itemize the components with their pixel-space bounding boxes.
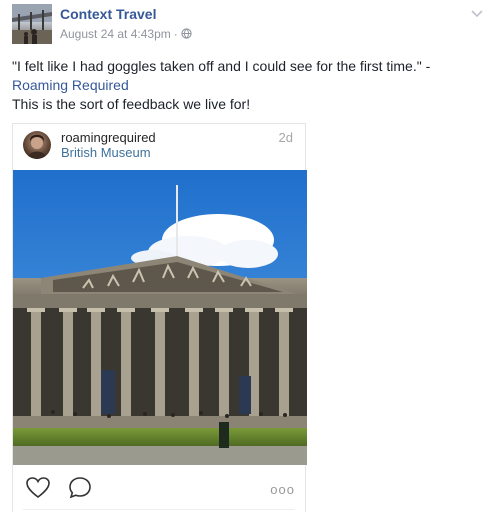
embed-photo[interactable] [13, 170, 307, 465]
instagram-embed[interactable]: roamingrequired British Museum 2d ooo [12, 123, 307, 512]
embed-post-age: 2d [278, 130, 293, 145]
embed-user-avatar[interactable] [23, 131, 51, 159]
heart-icon[interactable] [25, 476, 51, 505]
timestamp-separator: · [173, 27, 178, 41]
comment-icon[interactable] [67, 476, 93, 505]
page-name-link[interactable]: Context Travel [60, 6, 156, 22]
post-caption: "I felt like I had goggles taken off and… [12, 57, 482, 114]
page-avatar[interactable] [12, 4, 52, 44]
embed-username[interactable]: roamingrequired [61, 130, 156, 145]
globe-icon [181, 27, 192, 41]
embed-actions: ooo [13, 474, 307, 504]
caption-feedback-line: This is the sort of feedback we live for… [12, 96, 251, 112]
post-timestamp[interactable]: August 24 at 4:43pm [60, 27, 171, 41]
embed-divider [23, 509, 295, 510]
facebook-post: Context Travel August 24 at 4:43pm · "I f… [0, 0, 502, 512]
more-options-icon[interactable]: ooo [270, 482, 295, 497]
caption-quote: "I felt like I had goggles taken off and… [12, 58, 431, 74]
embed-location[interactable]: British Museum [61, 145, 151, 160]
chevron-down-icon[interactable] [470, 6, 484, 20]
post-timestamp-row: August 24 at 4:43pm · [60, 27, 192, 41]
caption-author-link[interactable]: Roaming Required [12, 77, 129, 93]
